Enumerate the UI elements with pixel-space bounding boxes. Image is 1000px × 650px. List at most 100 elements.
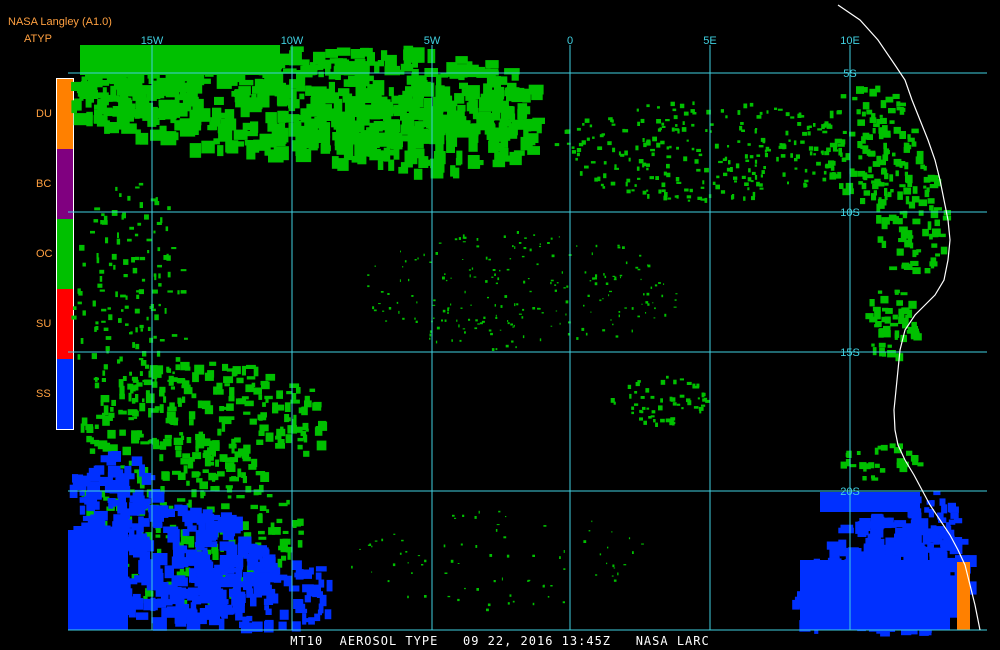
aerosol-pixel <box>147 475 156 481</box>
aerosol-pixel <box>137 222 142 226</box>
aerosol-pixel <box>392 563 396 567</box>
aerosol-pixel <box>550 585 553 587</box>
aerosol-pixel <box>659 127 662 131</box>
aerosol-pixel <box>650 395 655 399</box>
aerosol-pixel <box>429 337 431 340</box>
aerosol-pixel <box>139 256 146 261</box>
aerosol-pixel <box>153 335 157 339</box>
aerosol-pixel <box>506 554 510 558</box>
aerosol-pixel <box>82 262 86 267</box>
aerosol-pixel <box>401 539 404 542</box>
aerosol-pixel <box>691 123 695 127</box>
aerosol-pixel <box>681 127 687 132</box>
aerosol-pixel <box>120 465 125 469</box>
aerosol-pixel <box>411 572 413 574</box>
aerosol-pixel <box>135 327 138 333</box>
aerosol-pixel <box>517 108 527 120</box>
aerosol-pixel <box>613 567 616 569</box>
aerosol-pixel <box>898 531 911 538</box>
aerosol-pixel <box>550 325 553 327</box>
aerosol-pixel <box>897 191 903 200</box>
aerosol-pixel <box>89 448 96 454</box>
aerosol-pixel <box>740 122 744 125</box>
aerosol-pixel <box>86 426 94 433</box>
aerosol-pixel <box>266 494 273 498</box>
aerosol-pixel <box>856 451 861 455</box>
aerosol-pixel <box>490 332 493 336</box>
aerosol-pixel <box>660 379 666 385</box>
aerosol-pixel <box>79 244 85 251</box>
aerosol-pixel <box>670 417 676 421</box>
aerosol-pixel <box>177 498 186 502</box>
aerosol-pixel <box>576 245 578 247</box>
aerosol-pixel <box>457 104 466 112</box>
aerosol-pixel <box>182 529 190 536</box>
aerosol-pixel <box>407 562 409 564</box>
aerosol-pixel <box>260 472 270 482</box>
aerosol-pixel <box>225 576 231 583</box>
aerosol-pixel <box>122 446 131 456</box>
aerosol-pixel <box>687 199 691 202</box>
aerosol-pixel <box>188 96 199 103</box>
aerosol-pixel <box>341 111 348 119</box>
aerosol-pixel <box>497 277 500 281</box>
aerosol-pixel <box>852 96 858 101</box>
aerosol-pixel <box>231 448 235 454</box>
aerosol-pixel <box>243 553 250 559</box>
aerosol-pixel <box>221 422 226 432</box>
aerosol-pixel <box>865 174 874 179</box>
aerosol-pixel <box>226 368 233 372</box>
aerosol-pixel <box>683 111 689 116</box>
aerosol-pixel <box>495 348 498 351</box>
aerosol-pixel <box>700 186 705 189</box>
aerosol-pixel <box>565 313 567 316</box>
aerosol-pixel <box>476 238 479 241</box>
aerosol-pixel <box>374 98 386 107</box>
aerosol-pixel <box>723 172 728 177</box>
aerosol-pixel <box>132 410 139 417</box>
aerosol-pixel <box>266 509 270 513</box>
aerosol-pixel <box>877 205 885 209</box>
aerosol-pixel <box>163 438 172 447</box>
aerosol-pixel <box>641 543 644 545</box>
aerosol-pixel <box>637 177 641 180</box>
aerosol-pixel <box>132 267 138 274</box>
aerosol-pixel <box>635 382 640 387</box>
aerosol-pixel <box>504 295 508 298</box>
aerosol-pixel <box>443 544 446 548</box>
aerosol-pixel <box>372 306 375 310</box>
aerosol-pixel <box>460 307 463 309</box>
aerosol-pixel <box>591 520 593 523</box>
aerosol-pixel <box>920 164 925 170</box>
aerosol-pixel <box>108 503 114 509</box>
aerosol-pixel <box>387 580 390 583</box>
aerosol-pixel <box>929 205 934 211</box>
aerosol-pixel <box>774 107 778 110</box>
aerosol-pixel <box>583 540 587 543</box>
aerosol-pixel <box>883 142 887 149</box>
aerosol-pixel <box>425 159 431 166</box>
aerosol-pixel <box>381 538 384 542</box>
aerosol-pixel <box>911 141 917 147</box>
aerosol-pixel <box>879 468 886 473</box>
aerosol-pixel <box>583 304 585 307</box>
aerosol-pixel <box>228 396 235 402</box>
aerosol-pixel <box>458 127 472 136</box>
aerosol-pixel <box>831 543 841 556</box>
aerosol-pixel <box>733 176 738 180</box>
aerosol-pixel <box>191 489 197 498</box>
aerosol-pixel <box>320 135 331 145</box>
aerosol-pixel <box>292 522 297 528</box>
aerosol-pixel <box>766 110 769 114</box>
aerosol-pixel <box>416 301 418 304</box>
aerosol-pixel <box>390 138 403 150</box>
aerosol-pixel <box>558 236 560 238</box>
aerosol-pixel <box>747 143 751 146</box>
aerosol-pixel <box>945 541 954 551</box>
aerosol-pixel <box>614 167 619 170</box>
aerosol-pixel <box>96 257 100 264</box>
aerosol-pixel <box>702 180 705 185</box>
aerosol-pixel <box>275 443 285 449</box>
aerosol-pixel <box>131 456 143 466</box>
aerosol-pixel <box>77 354 81 360</box>
